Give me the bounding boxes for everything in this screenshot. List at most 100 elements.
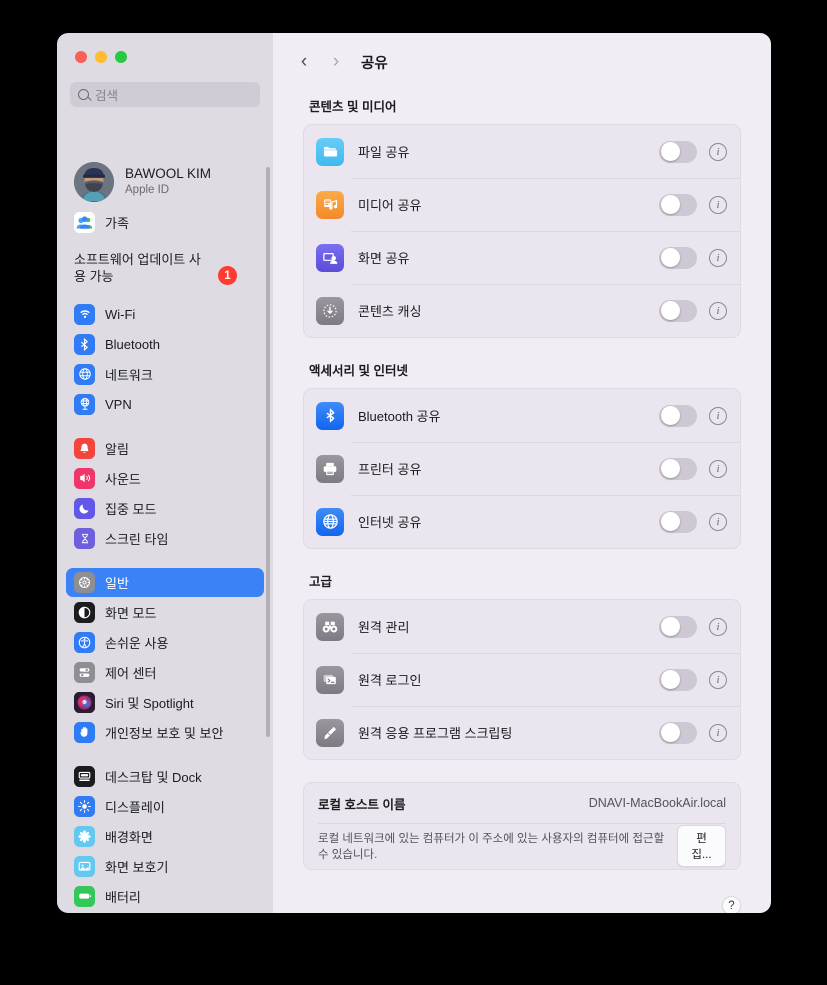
update-badge: 1 (218, 266, 237, 285)
close-button[interactable] (75, 51, 87, 63)
toggle-remote-management[interactable] (659, 615, 697, 638)
search-container: 검색 (57, 63, 273, 107)
local-hostname-description-row: 로컬 네트워크에 있는 컴퓨터가 이 주소에 있는 사용자의 컴퓨터에 접근할 … (304, 823, 740, 869)
sidebar-item-desktop-dock[interactable]: 데스크탑 및 Dock (66, 762, 264, 791)
setting-row-remote-login[interactable]: 원격 로그인 i (304, 653, 740, 706)
section-card-accessories-internet: Bluetooth 공유 i 프린터 공유 i 인터넷 공유 i (303, 388, 741, 549)
sidebar-item-label: 집중 모드 (105, 501, 157, 517)
toggle-internet-sharing[interactable] (659, 510, 697, 533)
setting-label: Bluetooth 공유 (358, 409, 441, 424)
info-button[interactable]: i (709, 459, 727, 478)
sidebar-item-notifications[interactable]: 알림 (66, 434, 264, 463)
setting-row-bluetooth-sharing[interactable]: Bluetooth 공유 i (304, 389, 740, 442)
sidebar-scroll-area[interactable]: BAWOOL KIM Apple ID 가족 소프트웨어 업데이트 사용 가능 … (57, 159, 273, 913)
setting-row-screen-sharing[interactable]: 화면 공유 i (304, 231, 740, 284)
edit-button[interactable]: 편집... (676, 825, 726, 867)
toggle-bluetooth-sharing[interactable] (659, 404, 697, 427)
sidebar-item-label: Wi-Fi (105, 306, 136, 322)
toggle-remote-apple-events[interactable] (659, 721, 697, 744)
printer-icon (316, 454, 344, 483)
sidebar-item-screen-time[interactable]: 스크린 타임 (66, 524, 264, 553)
back-button[interactable]: ‹ (291, 49, 317, 75)
sidebar-item-wifi[interactable]: Wi-Fi (66, 300, 264, 329)
setting-row-internet-sharing[interactable]: 인터넷 공유 i (304, 495, 740, 548)
sidebar-item-label: 사운드 (105, 471, 141, 487)
info-button[interactable]: i (709, 248, 727, 267)
info-button[interactable]: i (709, 195, 727, 214)
sidebar-item-focus[interactable]: 집중 모드 (66, 494, 264, 523)
sidebar-scrollbar[interactable] (266, 167, 270, 737)
network-icon (74, 363, 95, 385)
toggle-file-sharing[interactable] (659, 140, 697, 163)
setting-row-remote-apple-events[interactable]: 원격 응용 프로그램 스크립팅 i (304, 706, 740, 759)
info-button[interactable]: i (709, 301, 727, 320)
sidebar-item-appearance[interactable]: 화면 모드 (66, 598, 264, 627)
sidebar-item-vpn[interactable]: VPN (66, 390, 264, 419)
toggle-media-sharing[interactable] (659, 193, 697, 216)
wallpaper-icon (74, 825, 95, 847)
setting-row-printer-sharing[interactable]: 프린터 공유 i (304, 442, 740, 495)
bluetooth-icon (316, 401, 344, 430)
toggle-remote-login[interactable] (659, 668, 697, 691)
wifi-icon (74, 303, 95, 325)
info-button[interactable]: i (709, 512, 727, 531)
sidebar-item-screensaver[interactable]: 화면 보호기 (66, 852, 264, 881)
sidebar-item-family[interactable]: 가족 (66, 208, 264, 237)
setting-row-remote-management[interactable]: 원격 관리 i (304, 600, 740, 653)
section-card-content-media: 파일 공유 i 미디어 공유 i 화면 공유 i 콘텐츠 캐싱 i (303, 124, 741, 338)
divider (57, 912, 273, 913)
screensaver-icon (74, 855, 95, 877)
local-hostname-description: 로컬 네트워크에 있는 컴퓨터가 이 주소에 있는 사용자의 컴퓨터에 접근할 … (318, 833, 665, 861)
apple-id-row[interactable]: BAWOOL KIM Apple ID (57, 159, 273, 202)
minimize-button[interactable] (95, 51, 107, 63)
divider (57, 554, 273, 567)
search-placeholder: 검색 (95, 89, 119, 103)
info-button[interactable]: i (709, 142, 727, 161)
setting-row-content-caching[interactable]: 콘텐츠 캐싱 i (304, 284, 740, 337)
sidebar-item-network[interactable]: 네트워크 (66, 360, 264, 389)
toggle-content-caching[interactable] (659, 299, 697, 322)
sidebar-item-accessibility[interactable]: 손쉬운 사용 (66, 628, 264, 657)
moon-icon (74, 497, 95, 519)
toggle-screen-sharing[interactable] (659, 246, 697, 269)
setting-row-media-sharing[interactable]: 미디어 공유 i (304, 178, 740, 231)
media-icon (316, 190, 344, 219)
info-button[interactable]: i (709, 670, 727, 689)
divider (57, 286, 273, 299)
setting-row-file-sharing[interactable]: 파일 공유 i (304, 125, 740, 178)
sidebar-item-wallpaper[interactable]: 배경화면 (66, 822, 264, 851)
section-title: 고급 (309, 575, 333, 589)
setting-label: 원격 관리 (358, 620, 410, 635)
software-update-row[interactable]: 소프트웨어 업데이트 사용 가능 1 (57, 245, 273, 286)
siri-icon (74, 691, 95, 713)
toolbar: ‹ › 공유 (273, 33, 771, 91)
sidebar-item-privacy-security[interactable]: 개인정보 보호 및 보안 (66, 718, 264, 747)
family-icon (74, 212, 95, 233)
sidebar-item-bluetooth[interactable]: Bluetooth (66, 330, 264, 359)
info-button[interactable]: i (709, 723, 727, 742)
info-button[interactable]: i (709, 617, 727, 636)
sidebar-item-label: 데스크탑 및 Dock (105, 769, 202, 785)
sidebar-item-label: 화면 모드 (105, 605, 157, 621)
toggle-printer-sharing[interactable] (659, 457, 697, 480)
globe-icon (316, 507, 344, 536)
info-button[interactable]: i (709, 406, 727, 425)
sidebar-item-battery[interactable]: 배터리 (66, 882, 264, 911)
sidebar-item-sound[interactable]: 사운드 (66, 464, 264, 493)
bluetooth-icon (74, 333, 95, 355)
sidebar-item-siri-spotlight[interactable]: Siri 및 Spotlight (66, 688, 264, 717)
sidebar-item-control-center[interactable]: 제어 센터 (66, 658, 264, 687)
sidebar-item-displays[interactable]: 디스플레이 (66, 792, 264, 821)
zoom-button[interactable] (115, 51, 127, 63)
battery-icon (74, 885, 95, 907)
avatar (74, 162, 114, 202)
search-input[interactable]: 검색 (70, 82, 260, 107)
help-button[interactable]: ? (722, 896, 741, 913)
sidebar-item-general[interactable]: 일반 (66, 567, 264, 597)
sidebar-item-label: 일반 (105, 575, 129, 591)
divider (57, 420, 273, 433)
sidebar-item-label: 디스플레이 (105, 799, 165, 815)
account-subtitle: Apple ID (125, 183, 170, 196)
setting-label: 콘텐츠 캐싱 (358, 304, 422, 319)
forward-button[interactable]: › (323, 49, 349, 75)
